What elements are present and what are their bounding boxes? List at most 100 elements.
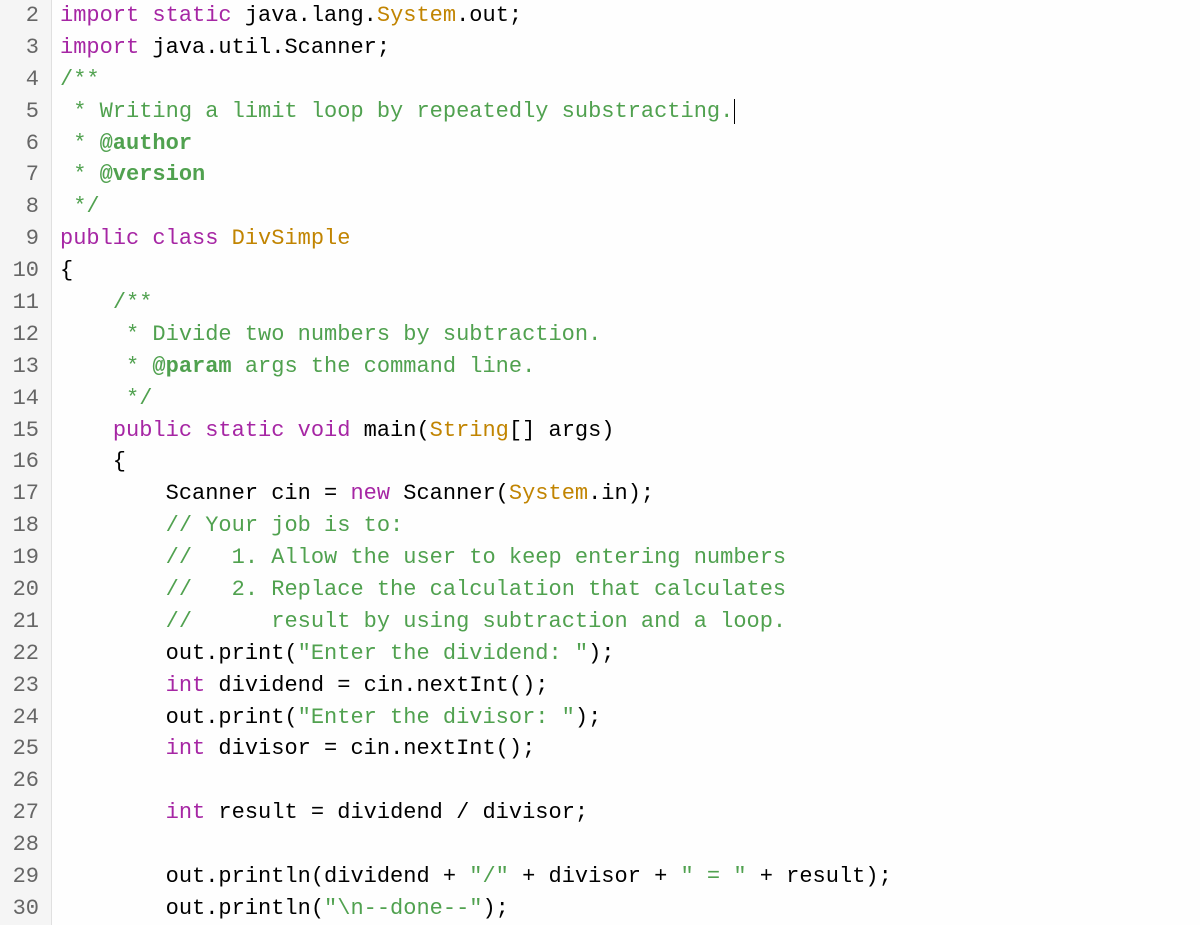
code-line[interactable]: { xyxy=(60,255,1192,287)
code-line[interactable]: int dividend = cin.nextInt(); xyxy=(60,670,1192,702)
token-p: + result); xyxy=(747,864,892,889)
token-comment: // Your job is to: xyxy=(166,513,404,538)
code-line[interactable]: // 2. Replace the calculation that calcu… xyxy=(60,574,1192,606)
code-line[interactable]: int result = dividend / divisor; xyxy=(60,797,1192,829)
code-line[interactable]: // Your job is to: xyxy=(60,510,1192,542)
token-p: ); xyxy=(575,705,601,730)
line-number: 18 xyxy=(8,510,39,542)
code-line[interactable]: * Writing a limit loop by repeatedly sub… xyxy=(60,96,1192,128)
code-line[interactable]: { xyxy=(60,446,1192,478)
token-kw: public static void xyxy=(113,418,351,443)
token-comment: // 1. Allow the user to keep entering nu… xyxy=(166,545,787,570)
code-line[interactable]: * @author xyxy=(60,128,1192,160)
code-line[interactable]: Scanner cin = new Scanner(System.in); xyxy=(60,478,1192,510)
token-p xyxy=(60,418,113,443)
code-editor-area[interactable]: import static java.lang.System.out;impor… xyxy=(52,0,1200,925)
token-p: out.print( xyxy=(60,641,298,666)
token-comment: * xyxy=(60,162,100,187)
token-type: DivSimple xyxy=(232,226,351,251)
token-p xyxy=(60,609,166,634)
line-number-gutter: 2345678910111213141516171819202122232425… xyxy=(0,0,52,925)
token-p xyxy=(60,545,166,570)
code-line[interactable]: int divisor = cin.nextInt(); xyxy=(60,733,1192,765)
code-line[interactable]: public class DivSimple xyxy=(60,223,1192,255)
token-p: java.lang. xyxy=(232,3,377,28)
line-number: 6 xyxy=(8,128,39,160)
token-p: main( xyxy=(350,418,429,443)
line-number: 5 xyxy=(8,96,39,128)
line-number: 4 xyxy=(8,64,39,96)
token-p xyxy=(60,673,166,698)
token-comment: args the command line. xyxy=(232,354,536,379)
code-line[interactable]: /** xyxy=(60,287,1192,319)
token-kw: int xyxy=(166,800,206,825)
code-line[interactable]: */ xyxy=(60,383,1192,415)
token-p xyxy=(60,322,113,347)
code-line[interactable]: import static java.lang.System.out; xyxy=(60,0,1192,32)
line-number: 30 xyxy=(8,893,39,925)
token-p: Scanner cin = xyxy=(60,481,350,506)
token-comment: /** xyxy=(113,290,153,315)
token-p: .out; xyxy=(456,3,522,28)
token-comment: * xyxy=(113,354,153,379)
token-kw: import static xyxy=(60,3,232,28)
code-line[interactable] xyxy=(60,765,1192,797)
token-p: { xyxy=(60,449,126,474)
code-line[interactable]: // result by using subtraction and a loo… xyxy=(60,606,1192,638)
line-number: 2 xyxy=(8,0,39,32)
token-comment: */ xyxy=(113,386,153,411)
text-cursor xyxy=(734,99,735,123)
token-type: System xyxy=(377,3,456,28)
token-p xyxy=(60,577,166,602)
code-line[interactable]: out.println(dividend + "/" + divisor + "… xyxy=(60,861,1192,893)
code-line[interactable]: * @param args the command line. xyxy=(60,351,1192,383)
line-number: 9 xyxy=(8,223,39,255)
token-p: + divisor + xyxy=(509,864,681,889)
line-number: 12 xyxy=(8,319,39,351)
code-line[interactable]: * Divide two numbers by subtraction. xyxy=(60,319,1192,351)
code-line[interactable]: public static void main(String[] args) xyxy=(60,415,1192,447)
token-doctag: @param xyxy=(152,354,231,379)
code-line[interactable]: import java.util.Scanner; xyxy=(60,32,1192,64)
token-p: [] args) xyxy=(509,418,615,443)
line-number: 23 xyxy=(8,670,39,702)
token-p xyxy=(60,513,166,538)
line-number: 19 xyxy=(8,542,39,574)
token-p xyxy=(60,736,166,761)
code-line[interactable]: // 1. Allow the user to keep entering nu… xyxy=(60,542,1192,574)
code-line[interactable]: * @version xyxy=(60,159,1192,191)
token-str: "Enter the dividend: " xyxy=(298,641,588,666)
line-number: 13 xyxy=(8,351,39,383)
line-number: 11 xyxy=(8,287,39,319)
token-comment: /** xyxy=(60,67,100,92)
token-p: divisor = cin.nextInt(); xyxy=(205,736,535,761)
code-line[interactable] xyxy=(60,829,1192,861)
token-str: "/" xyxy=(469,864,509,889)
line-number: 10 xyxy=(8,255,39,287)
line-number: 17 xyxy=(8,478,39,510)
line-number: 28 xyxy=(8,829,39,861)
token-comment: */ xyxy=(60,194,100,219)
token-p: { xyxy=(60,258,73,283)
line-number: 15 xyxy=(8,415,39,447)
token-comment: * Writing a limit loop by repeatedly sub… xyxy=(60,99,733,124)
token-comment: // 2. Replace the calculation that calcu… xyxy=(166,577,787,602)
code-line[interactable]: out.print("Enter the dividend: "); xyxy=(60,638,1192,670)
token-kw: int xyxy=(166,736,206,761)
code-line[interactable]: /** xyxy=(60,64,1192,96)
token-p: java.util.Scanner; xyxy=(139,35,390,60)
line-number: 3 xyxy=(8,32,39,64)
token-p: ); xyxy=(588,641,614,666)
token-comment: // result by using subtraction and a loo… xyxy=(166,609,787,634)
code-line[interactable]: out.println("\n--done--"); xyxy=(60,893,1192,925)
token-p: ); xyxy=(482,896,508,921)
code-line[interactable]: */ xyxy=(60,191,1192,223)
token-str: "Enter the divisor: " xyxy=(298,705,575,730)
line-number: 16 xyxy=(8,446,39,478)
code-line[interactable]: out.print("Enter the divisor: "); xyxy=(60,702,1192,734)
line-number: 27 xyxy=(8,797,39,829)
token-p: out.print( xyxy=(60,705,298,730)
line-number: 14 xyxy=(8,383,39,415)
token-kw: int xyxy=(166,673,206,698)
token-kw: new xyxy=(350,481,390,506)
